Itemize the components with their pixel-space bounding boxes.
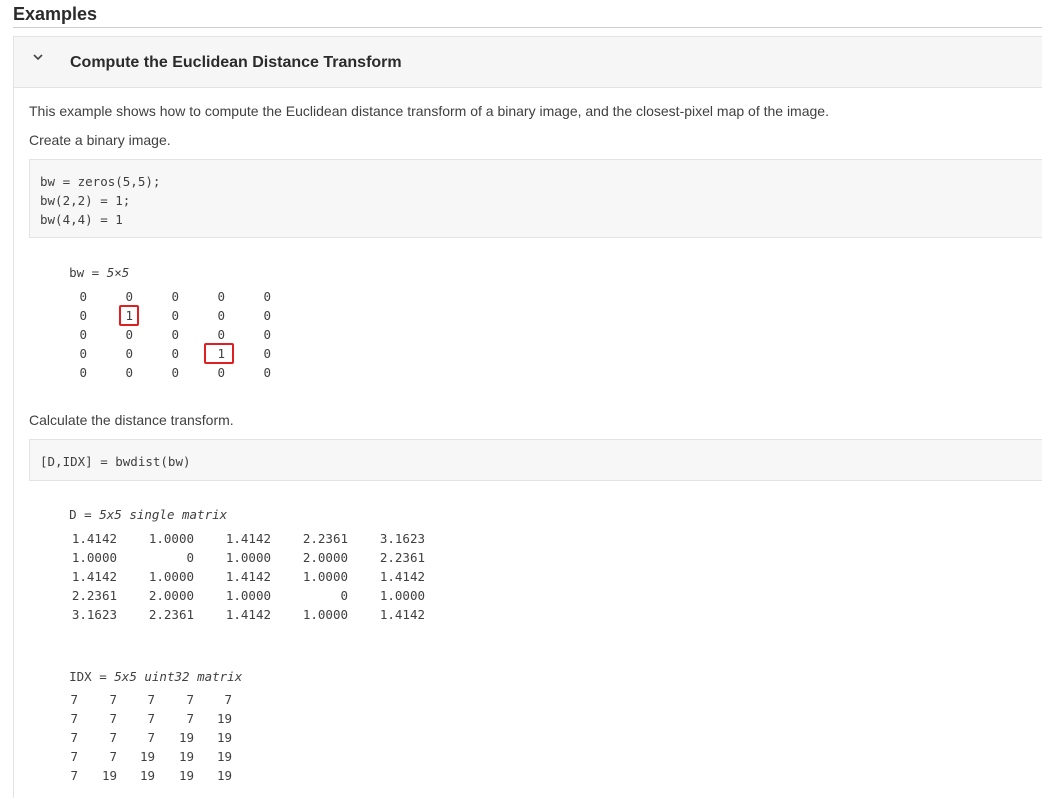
matrix-cell: 0	[171, 365, 179, 380]
matrix-cell: 1.4142	[379, 607, 425, 622]
matrix-cell: 7	[147, 730, 155, 745]
matrix-cell: 7	[70, 730, 78, 745]
code-block-create[interactable]: bw = zeros(5,5); bw(2,2) = 1; bw(4,4) = …	[29, 159, 1042, 238]
matrix-cell: 0	[79, 327, 87, 342]
matrix-cell: 1.4142	[225, 569, 271, 584]
example-section: Compute the Euclidean Distance Transform…	[13, 36, 1042, 798]
matrix-cell: 1.0000	[302, 569, 348, 584]
matrix-cell: 19	[216, 730, 232, 745]
matrix-cell: 1.4142	[379, 569, 425, 584]
matrix-cell: 0	[217, 365, 225, 380]
matrix-cell: 0	[186, 550, 194, 565]
matrix-cell: 1.0000	[148, 569, 194, 584]
step-calc-transform: Calculate the distance transform.	[29, 412, 234, 428]
highlight-box	[204, 343, 234, 364]
matrix-cell: 2.2361	[379, 550, 425, 565]
matrix-cell: 2.2361	[302, 531, 348, 546]
matrix-cell: 0	[125, 289, 133, 304]
matrix-cell: 19	[216, 711, 232, 726]
matrix-cell: 1.0000	[225, 550, 271, 565]
example-intro: This example shows how to compute the Eu…	[29, 103, 829, 119]
matrix-cell: 0	[217, 327, 225, 342]
matrix-cell: 1.4142	[71, 569, 117, 584]
matrix-cell: 7	[147, 711, 155, 726]
matrix-cell: 1.0000	[225, 588, 271, 603]
matrix-cell: 3.1623	[71, 607, 117, 622]
matrix-cell: 0	[263, 308, 271, 323]
matrix-cell: 2.2361	[148, 607, 194, 622]
matrix-cell: 19	[178, 749, 194, 764]
variable-name: IDX =	[69, 669, 107, 684]
matrix-cell: 7	[186, 711, 194, 726]
variable-name: bw =	[69, 265, 100, 280]
matrix-cell: 3.1623	[379, 531, 425, 546]
example-title: Compute the Euclidean Distance Transform	[70, 54, 402, 71]
matrix-cell: 7	[186, 692, 194, 707]
code-line: bw(4,4) = 1	[40, 212, 123, 227]
matrix-cell: 7	[70, 749, 78, 764]
matrix-cell: 19	[139, 768, 155, 783]
matrix-cell: 7	[109, 730, 117, 745]
title-divider	[13, 27, 1042, 28]
matrix-cell: 2.0000	[302, 550, 348, 565]
variable-name: D =	[69, 507, 92, 522]
matrix-cell: 1.0000	[71, 550, 117, 565]
matrix-cell: 0	[79, 308, 87, 323]
matrix-cell: 7	[70, 768, 78, 783]
step-create-binary: Create a binary image.	[29, 132, 171, 148]
matrix-cell: 1.4142	[225, 607, 271, 622]
matrix-cell: 2.0000	[148, 588, 194, 603]
page-title: Examples	[13, 4, 98, 24]
matrix-cell: 0	[171, 308, 179, 323]
code-line: [D,IDX] = bwdist(bw)	[40, 454, 191, 469]
matrix-cell: 7	[224, 692, 232, 707]
matrix-cell: 7	[70, 692, 78, 707]
matrix-cell: 7	[70, 711, 78, 726]
matrix-cell: 0	[79, 346, 87, 361]
matrix-cell: 0	[171, 346, 179, 361]
matrix-cell: 0	[217, 308, 225, 323]
variable-type: 5x5 uint32 matrix	[114, 669, 243, 684]
matrix-cell: 19	[178, 730, 194, 745]
matrix-cell: 0	[171, 327, 179, 342]
matrix-cell: 0	[79, 289, 87, 304]
variable-type: 5x5 single matrix	[99, 507, 228, 522]
matrix-cell: 7	[147, 692, 155, 707]
highlight-box	[119, 305, 139, 326]
matrix-cell: 7	[109, 711, 117, 726]
matrix-cell: 19	[101, 768, 117, 783]
matrix-cell: 1.0000	[379, 588, 425, 603]
matrix-cell: 0	[263, 289, 271, 304]
code-line: bw(2,2) = 1;	[40, 193, 131, 208]
matrix-cell: 0	[263, 365, 271, 380]
matrix-cell: 19	[216, 749, 232, 764]
chevron-down-icon[interactable]	[32, 51, 44, 63]
variable-type: 5×5	[106, 265, 130, 280]
example-header[interactable]: Compute the Euclidean Distance Transform	[14, 37, 1042, 88]
matrix-cell: 1.4142	[71, 531, 117, 546]
matrix-cell: 0	[79, 365, 87, 380]
matrix-cell: 0	[263, 346, 271, 361]
matrix-cell: 0	[217, 289, 225, 304]
matrix-cell: 1.0000	[148, 531, 194, 546]
matrix-cell: 7	[109, 692, 117, 707]
matrix-cell: 19	[178, 768, 194, 783]
matrix-cell: 0	[171, 289, 179, 304]
code-line: bw = zeros(5,5);	[40, 174, 161, 189]
matrix-cell: 0	[125, 346, 133, 361]
matrix-cell: 1.0000	[302, 607, 348, 622]
matrix-cell: 0	[340, 588, 348, 603]
code-block-bwdist[interactable]: [D,IDX] = bwdist(bw)	[29, 439, 1042, 481]
matrix-cell: 0	[125, 327, 133, 342]
matrix-cell: 1.4142	[225, 531, 271, 546]
matrix-cell: 0	[125, 365, 133, 380]
matrix-cell: 19	[139, 749, 155, 764]
matrix-cell: 0	[263, 327, 271, 342]
matrix-cell: 7	[109, 749, 117, 764]
matrix-cell: 2.2361	[71, 588, 117, 603]
matrix-cell: 19	[216, 768, 232, 783]
